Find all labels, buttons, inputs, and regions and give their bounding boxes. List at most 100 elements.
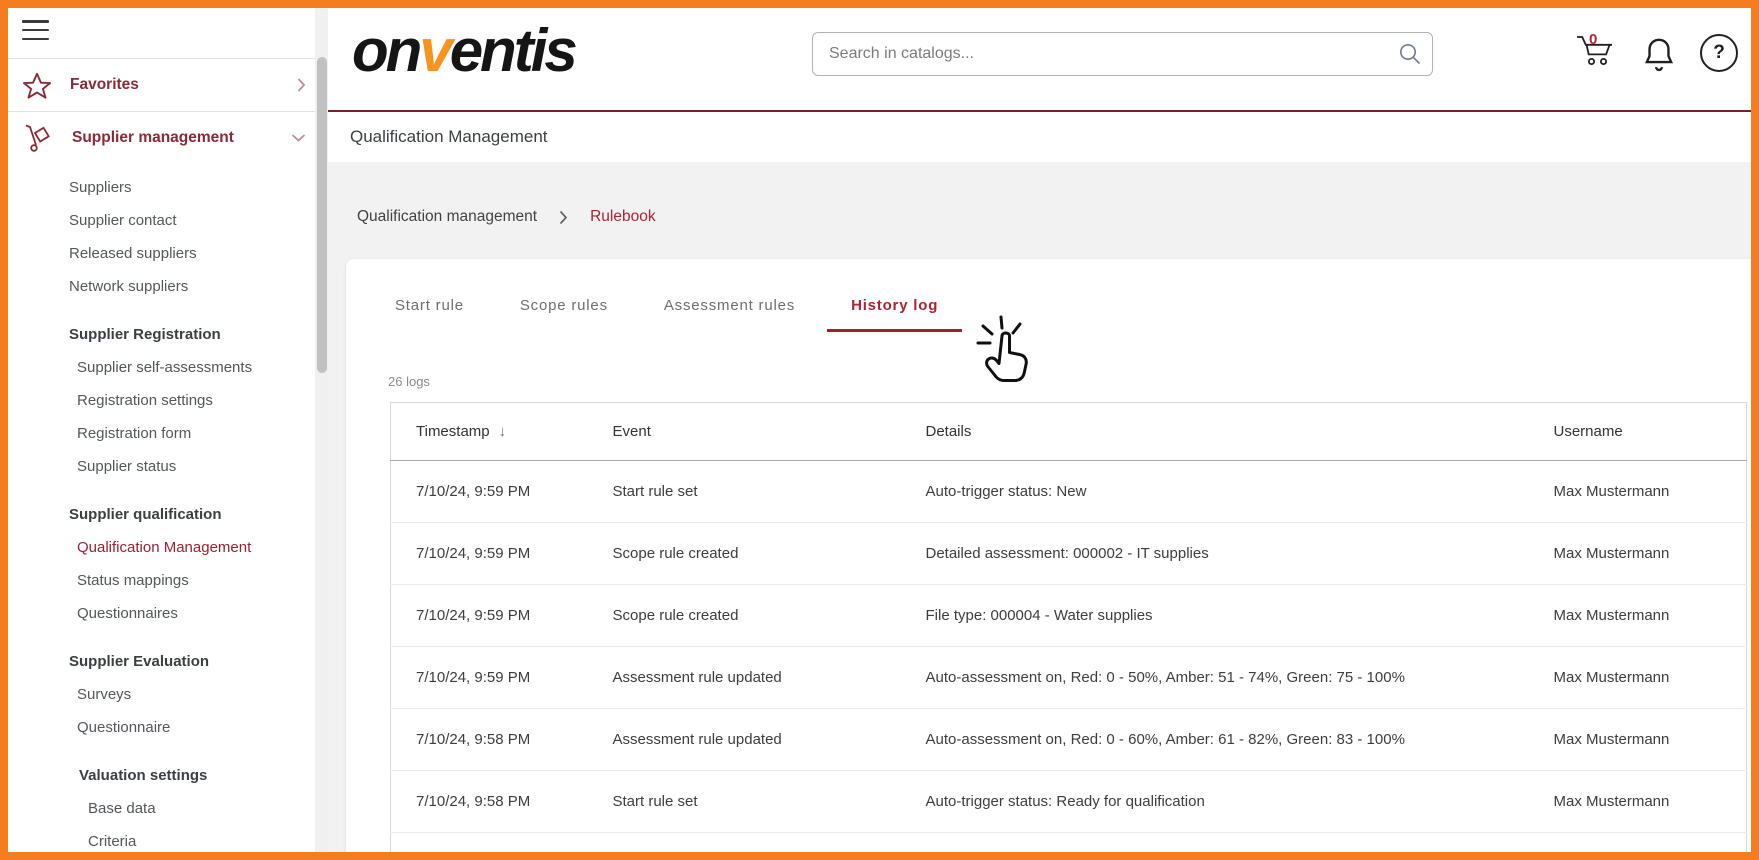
sidebar-item-qualification-management[interactable]: Qualification Management [8, 531, 315, 564]
sidebar-item-supplier-contact[interactable]: Supplier contact [8, 204, 315, 237]
search-icon[interactable] [1397, 41, 1423, 67]
sidebar-item-questionnaire[interactable]: Questionnaire [8, 711, 315, 744]
sidebar-nav-list: SuppliersSupplier contactReleased suppli… [8, 164, 315, 852]
table-cell [588, 833, 901, 853]
table-cell: Assessment rule updated [588, 647, 901, 709]
table-cell: Auto-trigger status: Ready for qualifica… [901, 771, 1529, 833]
hand-truck-icon [22, 122, 54, 154]
table-row: 7/10/24, 9:59 PMScope rule createdDetail… [391, 523, 1747, 585]
page-title-bar: Qualification Management [328, 112, 1751, 162]
logs-count: 26 logs [388, 374, 1751, 389]
page-title: Qualification Management [350, 127, 548, 147]
table-row: 7/10/24, 9:59 PMStart rule setAuto-trigg… [391, 461, 1747, 523]
table-cell: Max Mustermann [1529, 585, 1747, 647]
column-header-label: Timestamp [416, 423, 490, 440]
table-cell: File type: 000004 - Water supplies [901, 585, 1529, 647]
table-cell [901, 833, 1529, 853]
history-log-table-wrap: Timestamp ↓ Event Details Username 7/10/24, … [390, 402, 1747, 852]
supplier-management-label: Supplier management [72, 129, 234, 147]
table-cell: Start rule set [588, 771, 901, 833]
tab-assessment-rules[interactable]: Assessment rules [640, 297, 819, 332]
sidebar-item-suppliers[interactable]: Suppliers [8, 171, 315, 204]
table-cell: Max Mustermann [1529, 647, 1747, 709]
hamburger-menu-icon[interactable] [22, 20, 49, 40]
breadcrumb-chevron-icon [559, 210, 568, 225]
sort-descending-icon: ↓ [499, 423, 507, 440]
column-header-timestamp[interactable]: Timestamp ↓ [391, 403, 588, 461]
sidebar-scrollbar [315, 8, 328, 852]
column-header-label: Event [613, 423, 651, 440]
sidebar-item-registration-form[interactable]: Registration form [8, 417, 315, 450]
table-header-row: Timestamp ↓ Event Details Username [391, 403, 1747, 461]
table-cell: Scope rule created [588, 585, 901, 647]
table-row: 7/10/24, 9:58 PMStart rule setAuto-trigg… [391, 771, 1747, 833]
breadcrumb: Qualification management Rulebook [357, 208, 1751, 226]
favorites-label: Favorites [70, 76, 139, 94]
rulebook-card: Start ruleScope rulesAssessment rulesHis… [346, 259, 1751, 852]
table-cell: Auto-assessment on, Red: 0 - 50%, Amber:… [901, 647, 1529, 709]
sidebar-item-released-suppliers[interactable]: Released suppliers [8, 237, 315, 270]
cart-count-badge: 0 [1589, 31, 1597, 48]
table-row: 7/10/24, 9:59 PMScope rule createdFile t… [391, 585, 1747, 647]
breadcrumb-parent-link[interactable]: Qualification management [357, 208, 537, 226]
table-cell [391, 833, 588, 853]
sidebar-item-network-suppliers[interactable]: Network suppliers [8, 270, 315, 303]
chevron-down-icon [291, 134, 306, 143]
breadcrumb-current: Rulebook [590, 208, 656, 226]
sidebar: Favorites Supplier management SuppliersS… [8, 8, 315, 852]
onventis-logo[interactable]: onventis [352, 16, 575, 85]
tab-scope-rules[interactable]: Scope rules [496, 297, 632, 332]
tab-bar: Start ruleScope rulesAssessment rulesHis… [346, 259, 1751, 332]
star-icon [22, 71, 52, 100]
sidebar-item-base-data[interactable]: Base data [8, 792, 315, 825]
main-area: onventis 0 ? [328, 8, 1751, 852]
catalog-search [812, 32, 1433, 76]
table-cell: Max Mustermann [1529, 523, 1747, 585]
cart-button[interactable]: 0 [1574, 34, 1618, 68]
notifications-bell-icon[interactable] [1641, 36, 1677, 76]
table-cell: Assessment rule updated [588, 709, 901, 771]
table-cell: Max Mustermann [1529, 461, 1747, 523]
top-header: onventis 0 ? [328, 8, 1751, 112]
column-header-event[interactable]: Event [588, 403, 901, 461]
table-cell: Auto-trigger status: New [901, 461, 1529, 523]
sidebar-item-supplier-status[interactable]: Supplier status [8, 450, 315, 483]
sidebar-item-criteria[interactable]: Criteria [8, 825, 315, 852]
table-row-clipped [391, 833, 1747, 853]
sidebar-item-supplier-evaluation: Supplier Evaluation [8, 645, 315, 678]
table-row: 7/10/24, 9:58 PMAssessment rule updatedA… [391, 709, 1747, 771]
table-cell: Scope rule created [588, 523, 901, 585]
app-frame: Favorites Supplier management SuppliersS… [0, 0, 1759, 860]
table-cell [1529, 833, 1747, 853]
table-cell: 7/10/24, 9:58 PM [391, 709, 588, 771]
chevron-right-icon [297, 78, 306, 93]
help-icon[interactable]: ? [1700, 34, 1738, 72]
help-glyph: ? [1713, 42, 1725, 64]
table-cell: Start rule set [588, 461, 901, 523]
sidebar-item-supplier-self-assessments[interactable]: Supplier self-assessments [8, 351, 315, 384]
scrollbar-thumb[interactable] [317, 57, 327, 373]
sidebar-item-favorites[interactable]: Favorites [8, 59, 315, 111]
search-input[interactable] [812, 32, 1433, 76]
sidebar-item-supplier-qualification: Supplier qualification [8, 498, 315, 531]
table-cell: 7/10/24, 9:59 PM [391, 461, 588, 523]
column-header-label: Details [926, 423, 972, 440]
table-cell: Max Mustermann [1529, 709, 1747, 771]
table-cell: Auto-assessment on, Red: 0 - 60%, Amber:… [901, 709, 1529, 771]
sidebar-item-surveys[interactable]: Surveys [8, 678, 315, 711]
column-header-label: Username [1554, 423, 1623, 440]
table-cell: 7/10/24, 9:59 PM [391, 523, 588, 585]
sidebar-item-status-mappings[interactable]: Status mappings [8, 564, 315, 597]
column-header-details[interactable]: Details [901, 403, 1529, 461]
tab-history-log[interactable]: History log [827, 297, 962, 332]
column-header-username[interactable]: Username [1529, 403, 1747, 461]
table-cell: 7/10/24, 9:58 PM [391, 771, 588, 833]
sidebar-item-registration-settings[interactable]: Registration settings [8, 384, 315, 417]
table-row: 7/10/24, 9:59 PMAssessment rule updatedA… [391, 647, 1747, 709]
sidebar-item-supplier-registration: Supplier Registration [8, 318, 315, 351]
table-cell: Detailed assessment: 000002 - IT supplie… [901, 523, 1529, 585]
history-log-table: Timestamp ↓ Event Details Username 7/10/24, … [390, 402, 1747, 852]
sidebar-item-supplier-management[interactable]: Supplier management [8, 112, 315, 164]
tab-start-rule[interactable]: Start rule [371, 297, 488, 332]
sidebar-item-questionnaires[interactable]: Questionnaires [8, 597, 315, 630]
